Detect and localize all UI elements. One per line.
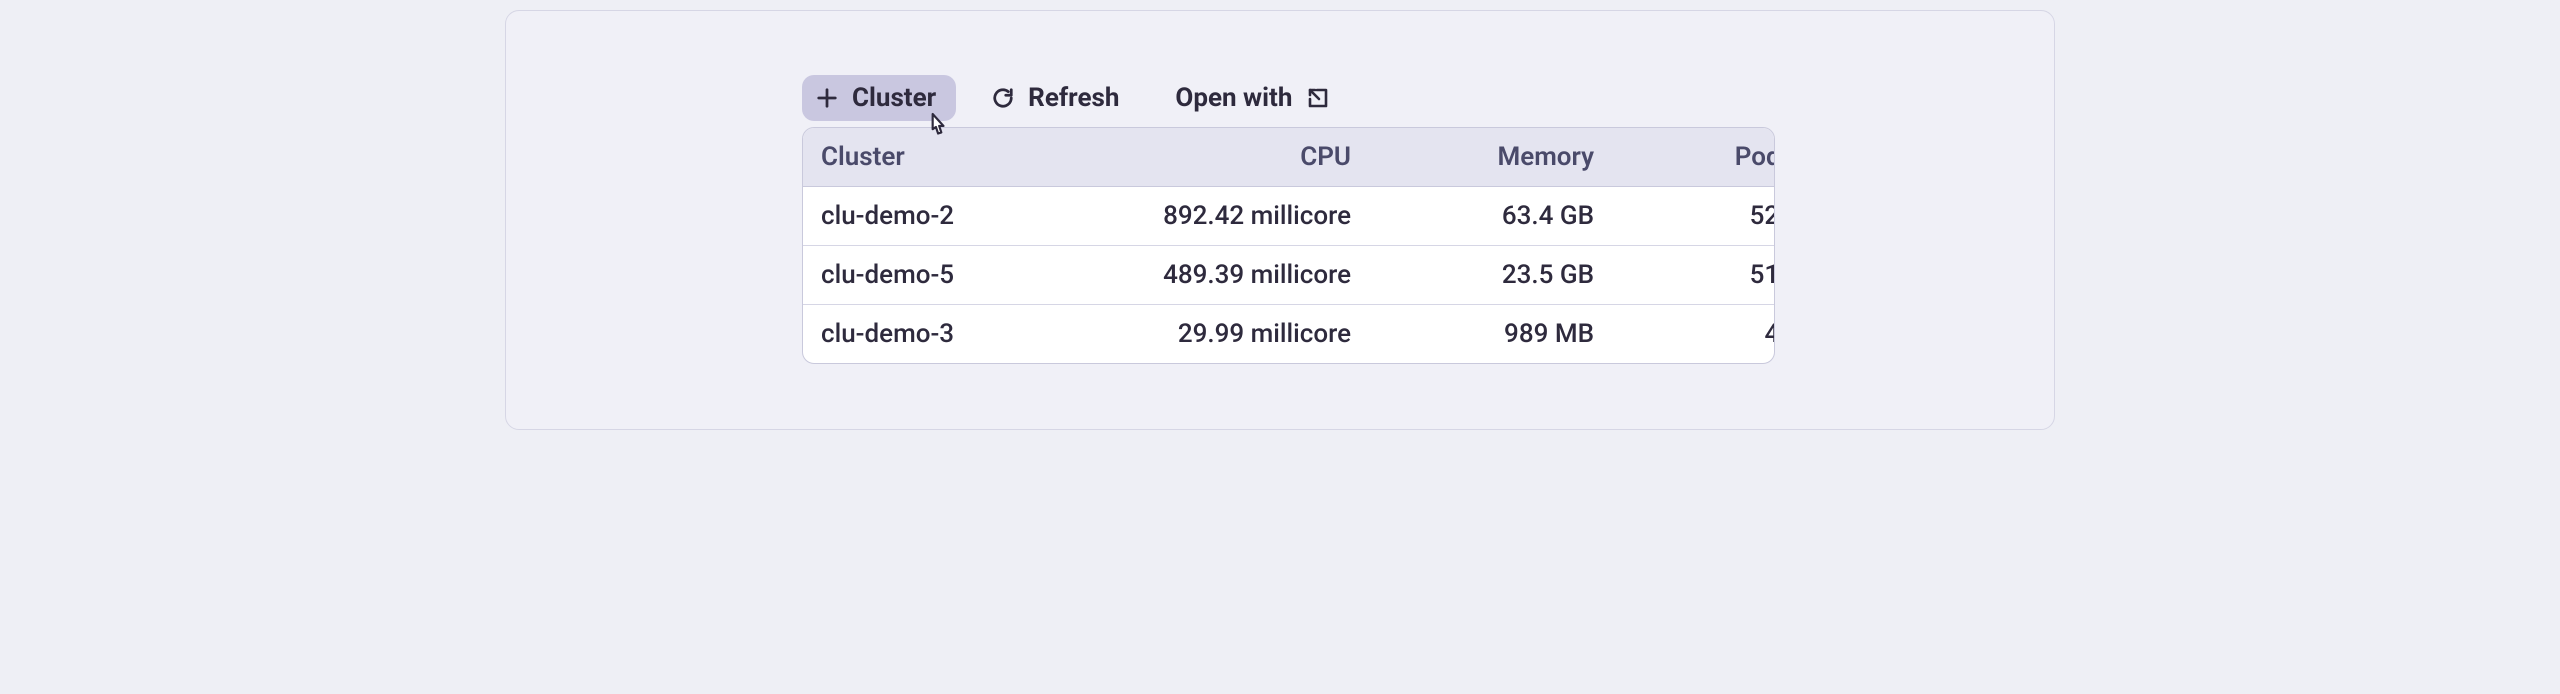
plus-icon — [816, 87, 838, 109]
refresh-label: Refresh — [1028, 85, 1119, 111]
cell-cluster: clu-demo-5 — [821, 260, 1091, 290]
cell-memory: 23.5 GB — [1351, 260, 1594, 290]
cell-cpu: 29.99 millicore — [1091, 319, 1351, 349]
table-row[interactable]: clu-demo-5 489.39 millicore 23.5 GB 514 — [803, 246, 1774, 305]
open-external-icon — [1306, 86, 1330, 110]
cell-cluster: clu-demo-2 — [821, 201, 1091, 231]
refresh-button[interactable]: Refresh — [978, 75, 1139, 121]
table-row[interactable]: clu-demo-3 29.99 millicore 989 MB 48 — [803, 305, 1774, 363]
col-header-cluster[interactable]: Cluster — [821, 142, 1091, 172]
refresh-icon — [992, 87, 1014, 109]
table-row[interactable]: clu-demo-2 892.42 millicore 63.4 GB 523 — [803, 187, 1774, 246]
add-cluster-button[interactable]: Cluster — [802, 75, 956, 121]
toolbar: Cluster Refresh Open with — [802, 75, 1758, 121]
cell-cpu: 892.42 millicore — [1091, 201, 1351, 231]
cell-cluster: clu-demo-3 — [821, 319, 1091, 349]
cell-memory: 989 MB — [1351, 319, 1594, 349]
col-header-pods[interactable]: Pods — [1594, 142, 1775, 172]
cell-pods: 48 — [1594, 319, 1775, 349]
open-with-label: Open with — [1175, 85, 1292, 111]
cluster-table: Cluster CPU Memory Pods clu-demo-2 892.4… — [802, 127, 1775, 364]
open-with-button[interactable]: Open with — [1161, 75, 1350, 121]
cell-memory: 63.4 GB — [1351, 201, 1594, 231]
cell-pods: 523 — [1594, 201, 1775, 231]
cell-pods: 514 — [1594, 260, 1775, 290]
cell-cpu: 489.39 millicore — [1091, 260, 1351, 290]
main-panel: Cluster Refresh Open with — [505, 10, 2055, 430]
col-header-memory[interactable]: Memory — [1351, 142, 1594, 172]
table-header: Cluster CPU Memory Pods — [803, 128, 1774, 187]
add-cluster-label: Cluster — [852, 85, 936, 111]
col-header-cpu[interactable]: CPU — [1091, 142, 1351, 172]
